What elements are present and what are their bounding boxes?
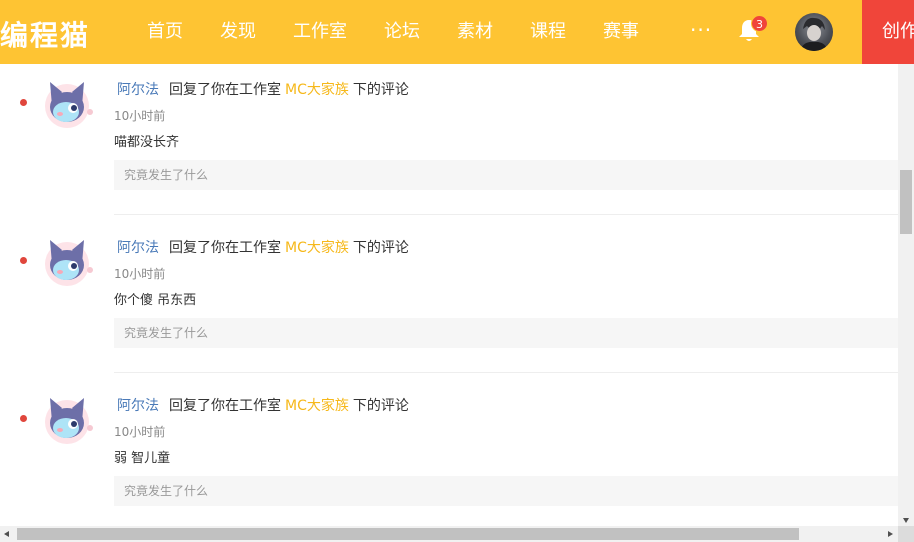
nav-item-forum[interactable]: 论坛 [365, 0, 438, 64]
timestamp: 10小时前 [114, 267, 166, 281]
notification-item: 阿尔法 回复了你在工作室 MC大家族 下的评论 10小时前 你个傻 吊东西 究竟发生了… [0, 222, 898, 380]
comment-text: 喵都没长齐 [114, 135, 180, 150]
action-text: 回复了你在工作室 [169, 240, 281, 256]
notification-headline: 阿尔法 回复了你在工作室 MC大家族 下的评论 [117, 395, 409, 415]
avatar-portrait-icon [800, 17, 828, 51]
reply-input[interactable]: 究竟发生了什么 [114, 318, 898, 348]
create-button[interactable]: 创作 [862, 0, 914, 64]
username-link[interactable]: 阿尔法 [117, 240, 159, 256]
timestamp: 10小时前 [114, 425, 166, 439]
suffix-text: 下的评论 [352, 82, 409, 98]
suffix-text: 下的评论 [352, 240, 409, 256]
cat-avatar-icon[interactable] [40, 392, 96, 446]
vertical-scrollbar[interactable] [898, 64, 914, 526]
scroll-right-arrow-icon[interactable] [888, 531, 893, 537]
unread-dot [20, 99, 27, 106]
action-text: 回复了你在工作室 [169, 398, 281, 414]
more-menu-icon[interactable]: ··· [690, 18, 712, 42]
scroll-left-arrow-icon[interactable] [4, 531, 9, 537]
comment-text: 你个傻 吊东西 [114, 293, 197, 308]
suffix-text: 下的评论 [352, 398, 409, 414]
comment-text: 弱 智儿童 [114, 451, 171, 466]
item-divider [114, 214, 898, 215]
notification-headline: 阿尔法 回复了你在工作室 MC大家族 下的评论 [117, 237, 409, 257]
nav-item-studio[interactable]: 工作室 [274, 0, 365, 64]
site-logo[interactable]: 编程猫 [0, 14, 90, 54]
studio-link[interactable]: MC大家族 [285, 82, 349, 98]
studio-link[interactable]: MC大家族 [285, 240, 349, 256]
user-avatar[interactable] [795, 13, 833, 51]
notification-count-badge: 3 [751, 15, 768, 32]
cat-avatar-icon[interactable] [40, 76, 96, 130]
action-text: 回复了你在工作室 [169, 82, 281, 98]
studio-link[interactable]: MC大家族 [285, 398, 349, 414]
scroll-down-arrow-icon[interactable] [903, 518, 909, 523]
vertical-scroll-thumb[interactable] [900, 170, 912, 234]
reply-input[interactable]: 究竟发生了什么 [114, 476, 898, 506]
nav-item-home[interactable]: 首页 [128, 0, 201, 64]
nav-item-contests[interactable]: 赛事 [584, 0, 657, 64]
nav-item-discover[interactable]: 发现 [201, 0, 274, 64]
unread-dot [20, 415, 27, 422]
notification-item: 阿尔法 回复了你在工作室 MC大家族 下的评论 10小时前 喵都没长齐 究竟发生了什么 [0, 64, 898, 222]
username-link[interactable]: 阿尔法 [117, 398, 159, 414]
notification-headline: 阿尔法 回复了你在工作室 MC大家族 下的评论 [117, 79, 409, 99]
notification-item: 阿尔法 回复了你在工作室 MC大家族 下的评论 10小时前 弱 智儿童 究竟发生了什么 [0, 380, 898, 526]
item-divider [114, 372, 898, 373]
reply-input[interactable]: 究竟发生了什么 [114, 160, 898, 190]
nav-item-materials[interactable]: 素材 [438, 0, 511, 64]
username-link[interactable]: 阿尔法 [117, 82, 159, 98]
top-nav-bar: 编程猫 首页 发现 工作室 论坛 素材 课程 赛事 ··· 3 创作 [0, 0, 914, 64]
notification-list: 阿尔法 回复了你在工作室 MC大家族 下的评论 10小时前 喵都没长齐 究竟发生了什么… [0, 64, 898, 526]
scrollbar-corner [898, 526, 914, 542]
timestamp: 10小时前 [114, 109, 166, 123]
nav-item-courses[interactable]: 课程 [511, 0, 584, 64]
horizontal-scroll-thumb[interactable] [17, 528, 799, 540]
main-nav: 首页 发现 工作室 论坛 素材 课程 赛事 [128, 0, 657, 64]
unread-dot [20, 257, 27, 264]
horizontal-scrollbar[interactable] [0, 526, 898, 542]
cat-avatar-icon[interactable] [40, 234, 96, 288]
